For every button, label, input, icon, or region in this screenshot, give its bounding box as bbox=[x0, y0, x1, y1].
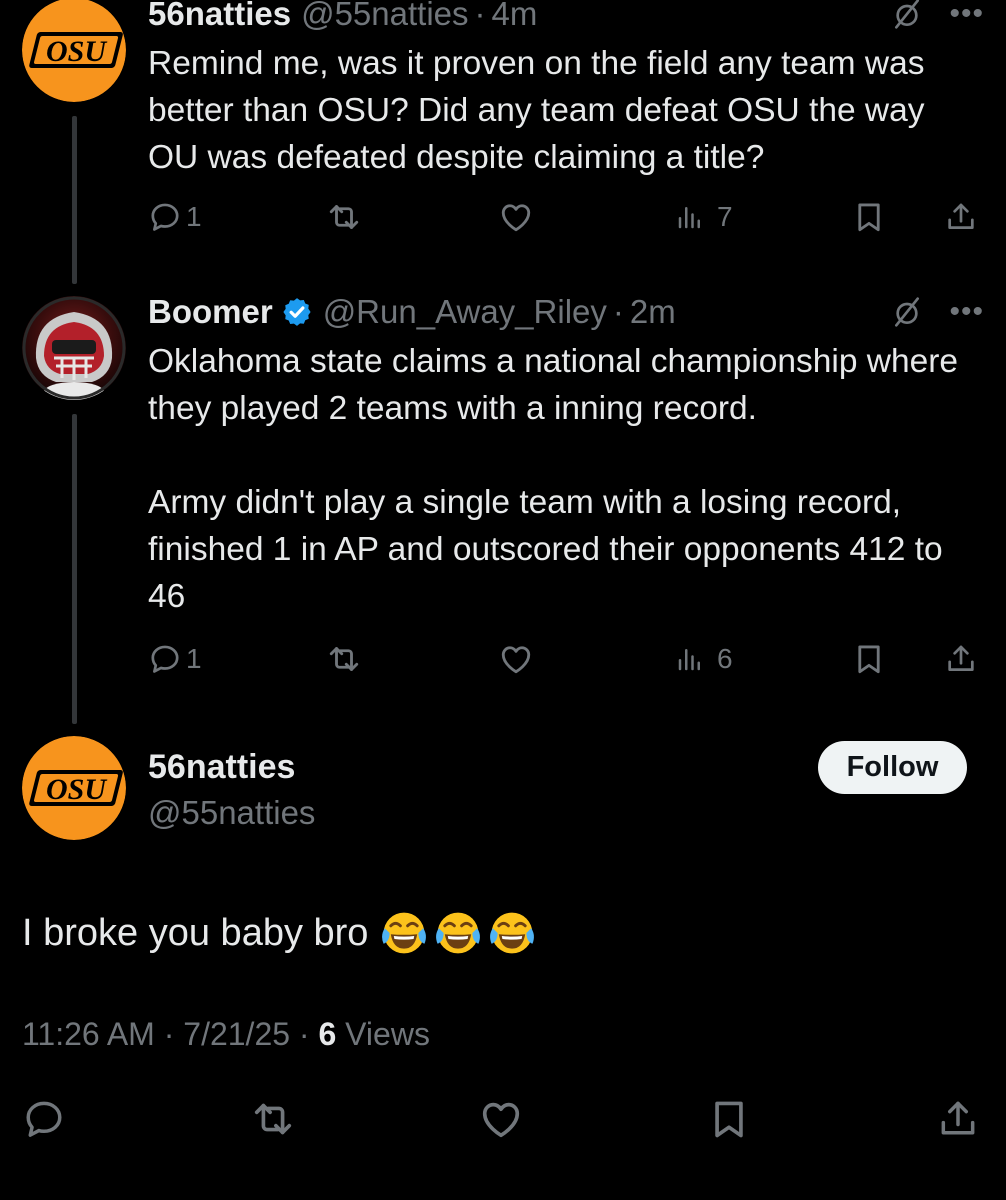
views-label: Views bbox=[345, 1016, 430, 1052]
follow-button[interactable]: Follow bbox=[818, 741, 967, 794]
more-icon[interactable]: ••• bbox=[949, 0, 984, 29]
reply-button[interactable] bbox=[22, 1094, 66, 1144]
retweet-button[interactable] bbox=[326, 639, 362, 679]
retweet-button[interactable] bbox=[326, 197, 362, 237]
avatar[interactable]: OSU bbox=[22, 0, 126, 102]
bookmark-icon bbox=[707, 1097, 751, 1141]
views-button[interactable]: 7 bbox=[675, 197, 733, 237]
thread-line bbox=[72, 414, 77, 724]
like-icon bbox=[498, 641, 534, 677]
avatar-logo: OSU bbox=[46, 773, 107, 806]
username[interactable]: @Run_Away_Riley bbox=[323, 293, 607, 331]
timestamp[interactable]: 2m bbox=[630, 293, 676, 331]
username[interactable]: @55natties bbox=[301, 0, 468, 33]
tweet-top-actions: ••• bbox=[891, 290, 984, 334]
views-count: 7 bbox=[717, 201, 733, 232]
emoji-group bbox=[380, 909, 536, 957]
tweet-header: Boomer @Run_Away_Riley · 2m bbox=[148, 290, 676, 334]
osu-logo-icon: OSU bbox=[22, 736, 126, 840]
username[interactable]: @55natties bbox=[148, 794, 315, 832]
tweet-text: Oklahoma state claims a national champio… bbox=[148, 338, 978, 620]
display-name[interactable]: 56natties bbox=[148, 748, 295, 787]
share-button[interactable] bbox=[944, 639, 978, 679]
tweet-actions: 1 6 bbox=[148, 639, 984, 679]
tweet-header: 56natties @55natties · 4m bbox=[148, 0, 537, 36]
grok-icon[interactable] bbox=[891, 0, 923, 30]
reply-count: 1 bbox=[186, 643, 202, 674]
retweet-icon bbox=[326, 199, 362, 235]
views-icon bbox=[675, 202, 705, 232]
face-with-tears-of-joy-icon bbox=[488, 909, 536, 957]
main-tweet-actions bbox=[0, 1094, 1006, 1144]
retweet-icon bbox=[326, 641, 362, 677]
like-button[interactable] bbox=[498, 197, 534, 237]
tweet-paragraph: Army didn't play a single team with a lo… bbox=[148, 484, 943, 615]
tweet-paragraph: Remind me, was it proven on the field an… bbox=[148, 45, 925, 176]
tweet-actions: 1 7 bbox=[148, 197, 984, 237]
share-icon bbox=[936, 1097, 980, 1141]
tweet-text: Remind me, was it proven on the field an… bbox=[148, 40, 978, 181]
retweet-icon bbox=[250, 1096, 296, 1142]
tweet-meta: 11:26 AM · 7/21/25 · 6 Views bbox=[22, 1016, 430, 1053]
bookmark-icon bbox=[852, 642, 886, 676]
grok-icon[interactable] bbox=[891, 296, 923, 328]
reply-icon bbox=[148, 642, 182, 676]
views-icon bbox=[675, 644, 705, 674]
like-icon bbox=[478, 1096, 524, 1142]
football-helmet-avatar bbox=[22, 296, 126, 400]
thread-line bbox=[72, 116, 77, 284]
like-icon bbox=[498, 199, 534, 235]
reply-icon bbox=[22, 1097, 66, 1141]
separator: · bbox=[474, 0, 486, 32]
separator: · bbox=[612, 293, 624, 330]
views-count: 6 bbox=[318, 1016, 337, 1052]
face-with-tears-of-joy-icon bbox=[380, 909, 428, 957]
reply-count: 1 bbox=[186, 201, 202, 232]
avatar-logo: OSU bbox=[46, 35, 107, 68]
tweet-time[interactable]: 11:26 AM bbox=[22, 1016, 155, 1052]
separator: · bbox=[298, 1016, 310, 1052]
bookmark-button[interactable] bbox=[852, 639, 886, 679]
share-icon bbox=[944, 642, 978, 676]
timestamp[interactable]: 4m bbox=[492, 0, 538, 33]
bookmark-icon bbox=[852, 200, 886, 234]
reply-button[interactable]: 1 bbox=[148, 197, 202, 237]
tweet-text: I broke you baby bro bbox=[22, 908, 536, 958]
reply-icon bbox=[148, 200, 182, 234]
tweet-top-actions: ••• bbox=[891, 0, 984, 36]
share-button[interactable] bbox=[944, 197, 978, 237]
verified-icon bbox=[281, 296, 313, 328]
tweet-date[interactable]: 7/21/25 bbox=[183, 1016, 290, 1052]
views-button[interactable]: 6 bbox=[675, 639, 733, 679]
osu-logo-icon: OSU bbox=[22, 0, 126, 102]
like-button[interactable] bbox=[498, 639, 534, 679]
reply-button[interactable]: 1 bbox=[148, 639, 202, 679]
bookmark-button[interactable] bbox=[852, 197, 886, 237]
tweet-body: I broke you baby bro bbox=[22, 912, 369, 954]
share-icon bbox=[944, 200, 978, 234]
views-count: 6 bbox=[717, 643, 733, 674]
tweet-paragraph: Oklahoma state claims a national champio… bbox=[148, 343, 959, 427]
face-with-tears-of-joy-icon bbox=[434, 909, 482, 957]
display-name[interactable]: Boomer bbox=[148, 293, 273, 331]
display-name[interactable]: 56natties bbox=[148, 0, 291, 33]
retweet-button[interactable] bbox=[250, 1094, 296, 1144]
share-button[interactable] bbox=[936, 1094, 980, 1144]
avatar[interactable] bbox=[22, 296, 126, 400]
bookmark-button[interactable] bbox=[707, 1094, 751, 1144]
avatar[interactable]: OSU bbox=[22, 736, 126, 840]
more-icon[interactable]: ••• bbox=[949, 297, 984, 327]
separator: · bbox=[163, 1016, 175, 1052]
like-button[interactable] bbox=[478, 1094, 524, 1144]
